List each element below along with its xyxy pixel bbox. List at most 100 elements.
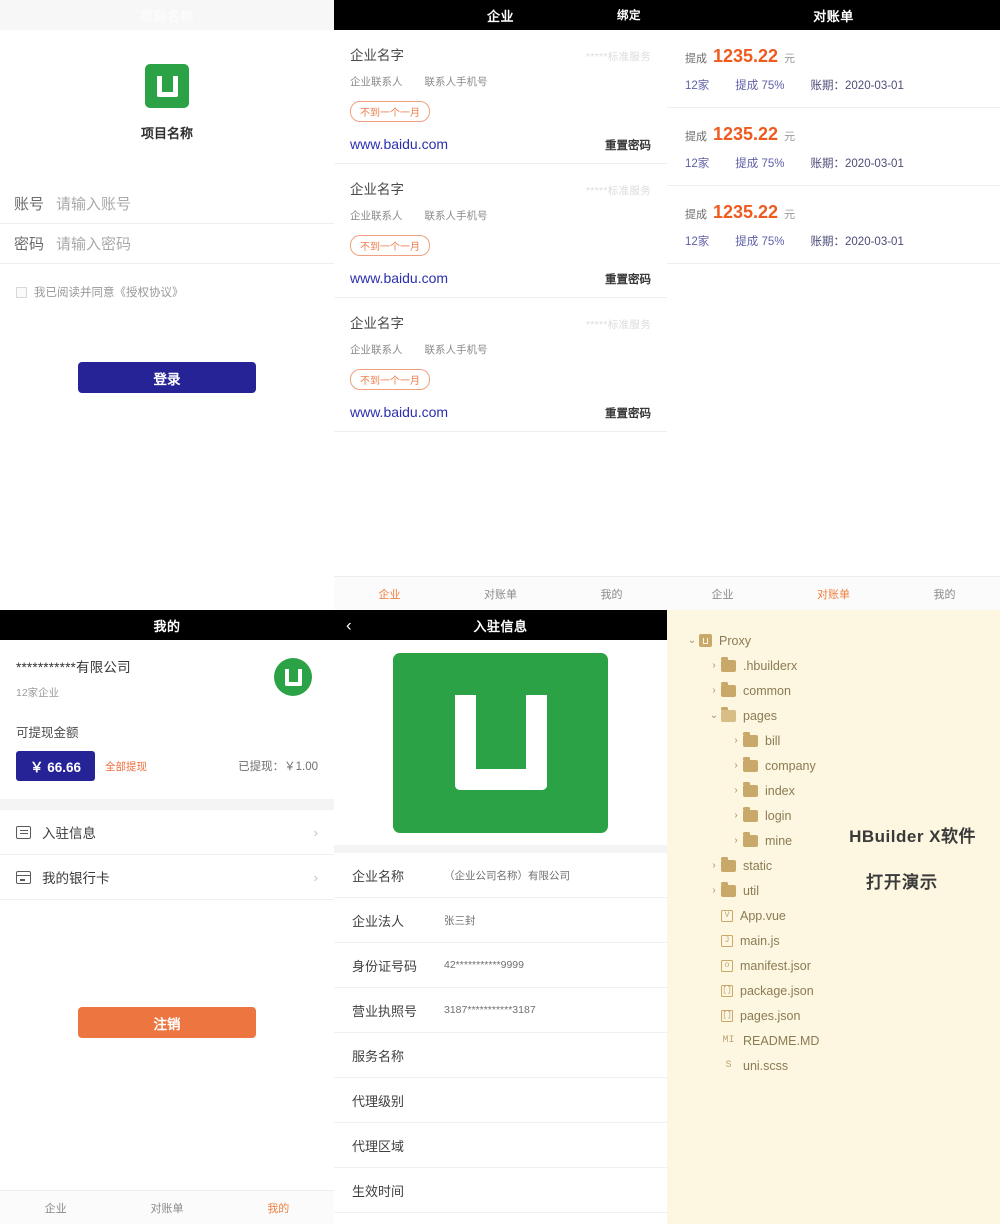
login-button[interactable]: 登录 (78, 362, 256, 393)
file-tree-label: manifest.jsor (740, 958, 811, 973)
file-tree-row[interactable]: [] pages.json (667, 1003, 1000, 1028)
bill-amount-row: 提成 1235.22 元 (685, 202, 982, 223)
chevron-right-icon[interactable]: › (729, 785, 743, 796)
bill-card[interactable]: 提成 1235.22 元 12家 提成 75% 账期：2020-03-01 › (667, 30, 1000, 108)
account-field-row[interactable]: 账号 请输入账号 (0, 184, 334, 224)
file-tree-row[interactable]: MI README.MD (667, 1028, 1000, 1053)
company-url-link[interactable]: www.baidu.com (350, 404, 448, 420)
file-tree-row[interactable]: [] package.json (667, 978, 1000, 1003)
reset-password-button[interactable]: 重置密码 (605, 137, 651, 153)
file-tree-row[interactable]: ⌄ Proxy (667, 628, 1000, 653)
file-tree-row[interactable]: › .hbuilderx (667, 653, 1000, 678)
file-tree-row[interactable]: ⌄ pages (667, 703, 1000, 728)
menu-item-label: 入驻信息 (42, 826, 96, 841)
file-tree-row[interactable]: › index (667, 778, 1000, 803)
file-tree-row[interactable]: V App.vue (667, 903, 1000, 928)
settle-row-value: 42***********9999 (444, 959, 524, 971)
file-tree-label: README.MD (743, 1033, 820, 1048)
file-tree-row[interactable]: › static (667, 853, 1000, 878)
chevron-right-icon[interactable]: › (729, 735, 743, 746)
company-card[interactable]: 企业名字 *****标准服务 企业联系人 联系人手机号 不到一个一月 www.b… (334, 298, 667, 432)
file-tree-label: pages.json (740, 1008, 801, 1023)
company-url-link[interactable]: www.baidu.com (350, 270, 448, 286)
tab-mine[interactable]: 我的 (889, 586, 1000, 602)
settle-row-label: 生效时间 (352, 1183, 405, 1199)
bill-screen: 对账单 提成 1235.22 元 12家 提成 75% 账期：2020-03-0… (667, 0, 1000, 610)
agreement-row[interactable]: 我已阅读并同意《授权协议》 (0, 284, 334, 300)
bill-company-count: 12家 (685, 158, 710, 170)
chevron-down-icon[interactable]: ⌄ (707, 710, 721, 721)
chevron-right-icon[interactable]: › (707, 660, 721, 671)
tab-bill[interactable]: 对账单 (111, 1200, 222, 1216)
password-field-row[interactable]: 密码 请输入密码 (0, 224, 334, 264)
annotation-line-1: HBuilder X软件 (849, 827, 976, 846)
company-card-header: 企业名字 *****标准服务 (350, 178, 651, 198)
login-screen: 项目名称 项目名称 账号 请输入账号 密码 请输入密码 我已阅读并同意《授权协议… (0, 0, 334, 610)
settle-row: 企业法人 张三封 (334, 898, 667, 943)
account-label: 账号 (14, 196, 45, 213)
chevron-left-icon[interactable]: ‹ (346, 617, 352, 634)
uni-project-icon (699, 634, 712, 647)
company-contact-row: 企业联系人 联系人手机号 (350, 74, 651, 89)
file-tree-row[interactable]: › bill (667, 728, 1000, 753)
company-contact: 企业联系人 (350, 210, 403, 222)
reset-password-button[interactable]: 重置密码 (605, 405, 651, 421)
file-tree-row[interactable]: › common (667, 678, 1000, 703)
tab-company[interactable]: 企业 (667, 586, 778, 602)
chevron-right-icon[interactable]: › (729, 760, 743, 771)
withdraw-all-button[interactable]: 全部提现 (105, 759, 147, 774)
tab-bill[interactable]: 对账单 (445, 586, 556, 602)
bill-period: 账期：2020-03-01 (810, 158, 904, 170)
bind-button[interactable]: 绑定 (617, 7, 641, 23)
file-tree-row[interactable]: Jmain.js (667, 928, 1000, 953)
company-url-link[interactable]: www.baidu.com (350, 136, 448, 152)
file-tree-row[interactable]: › company (667, 753, 1000, 778)
menu-item-bank-card[interactable]: 我的银行卡 › (0, 855, 334, 900)
withdraw-amount: ￥ 66.66 (16, 751, 96, 781)
tab-company[interactable]: 企业 (334, 586, 445, 602)
file-tree-label: uni.scss (743, 1058, 789, 1073)
company-card[interactable]: 企业名字 *****标准服务 企业联系人 联系人手机号 不到一个一月 www.b… (334, 164, 667, 298)
file-tree-row[interactable]: Suni.scss (667, 1053, 1000, 1078)
chevron-right-icon[interactable]: › (729, 835, 743, 846)
logout-button[interactable]: 注销 (78, 1007, 256, 1038)
settle-topbar-title: 入驻信息 (473, 618, 528, 634)
bill-card[interactable]: 提成 1235.22 元 12家 提成 75% 账期：2020-03-01 › (667, 108, 1000, 186)
agreement-checkbox[interactable] (16, 286, 27, 298)
chevron-right-icon[interactable]: › (707, 685, 721, 696)
bill-period: 账期：2020-03-01 (810, 236, 904, 248)
company-card-header: 企业名字 *****标准服务 (350, 44, 651, 64)
annotation-line-2: 打开演示 (866, 873, 938, 892)
bill-card[interactable]: 提成 1235.22 元 12家 提成 75% 账期：2020-03-01 › (667, 186, 1000, 264)
chevron-right-icon[interactable]: › (707, 885, 721, 896)
settle-row-value: （企业公司名称）有限公司 (444, 869, 570, 882)
file-tree-row[interactable]: › util (667, 878, 1000, 903)
company-footer: www.baidu.com 重置密码 (350, 404, 651, 421)
company-card[interactable]: 企业名字 *****标准服务 企业联系人 联系人手机号 不到一个一月 www.b… (334, 30, 667, 164)
company-phone: 联系人手机号 (424, 76, 488, 88)
chevron-down-icon[interactable]: ⌄ (685, 635, 699, 646)
settlement-info-screen: ‹ 入驻信息 企业名称 （企业公司名称）有限公司 企业法人 张三封 身份证号码 … (334, 610, 667, 1224)
bill-amount-value: 1235.22 (713, 202, 779, 222)
chevron-right-icon[interactable]: › (729, 810, 743, 821)
tab-bill[interactable]: 对账单 (778, 586, 889, 602)
password-input[interactable]: 请输入密码 (56, 233, 131, 254)
bill-amount-label: 提成 (685, 53, 707, 65)
account-input[interactable]: 请输入账号 (56, 193, 131, 214)
tab-mine[interactable]: 我的 (556, 586, 667, 602)
file-tree-row[interactable]: o manifest.jsor (667, 953, 1000, 978)
folder-icon (721, 656, 736, 672)
agreement-label[interactable]: 我已阅读并同意《授权协议》 (34, 284, 184, 300)
tab-company[interactable]: 企业 (0, 1200, 111, 1216)
menu-item-settlement-info[interactable]: 入驻信息 › (0, 810, 334, 855)
section-divider (334, 845, 667, 853)
reset-password-button[interactable]: 重置密码 (605, 271, 651, 287)
company-contact: 企业联系人 (350, 76, 403, 88)
file-tree-label: login (765, 808, 792, 823)
json-file-icon: [] (721, 1009, 733, 1022)
markdown-file-icon: MI (722, 1035, 735, 1046)
bill-amount-value: 1235.22 (713, 46, 779, 66)
settle-row-label: 企业法人 (352, 913, 405, 929)
chevron-right-icon[interactable]: › (707, 860, 721, 871)
tab-mine[interactable]: 我的 (223, 1200, 334, 1216)
